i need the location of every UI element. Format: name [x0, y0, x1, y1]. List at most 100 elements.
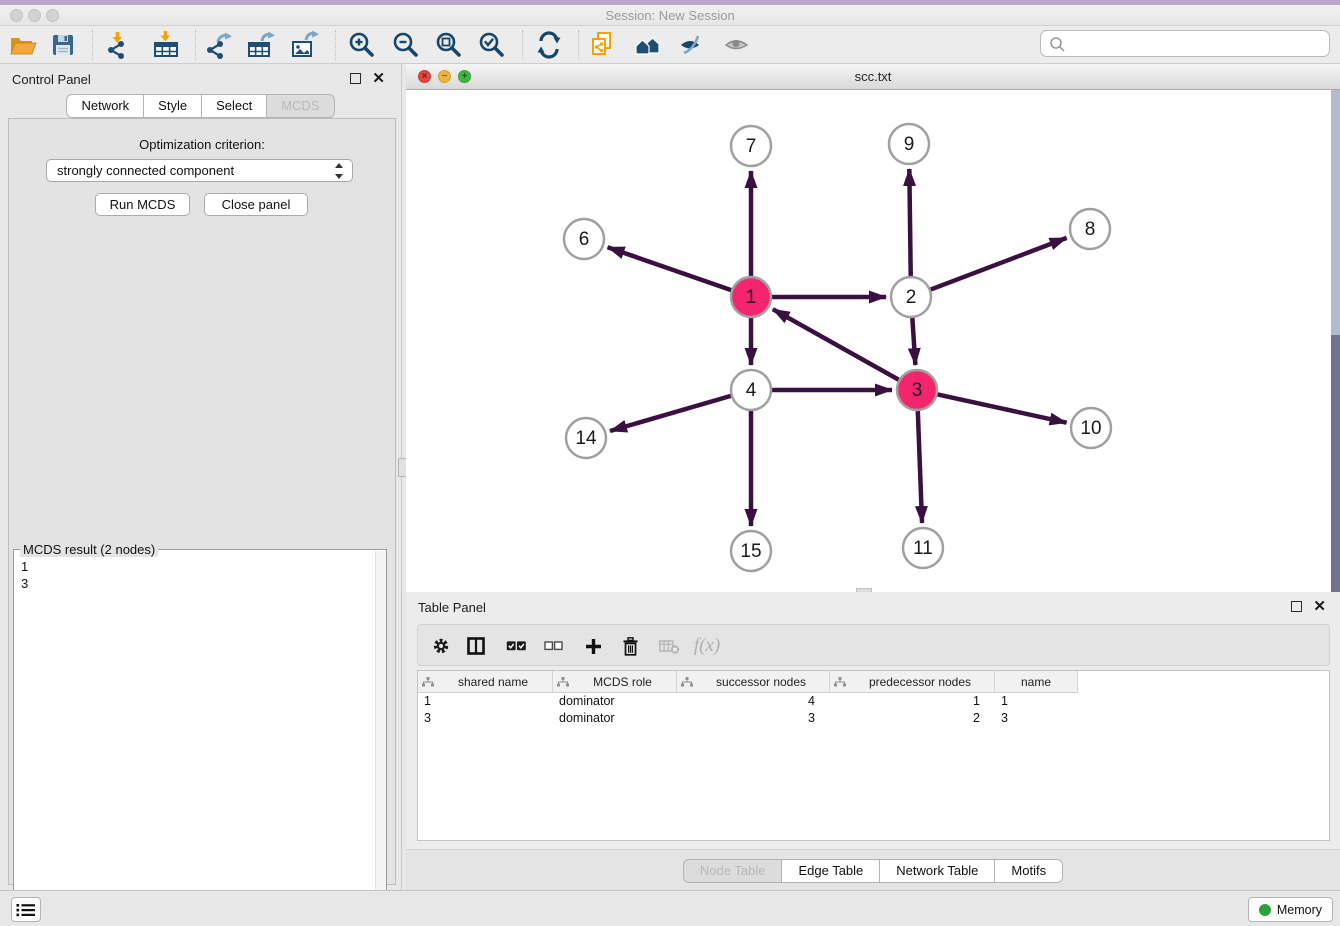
zoom-in-icon: [347, 30, 377, 60]
import-table-button[interactable]: [149, 29, 183, 61]
edge-2-3[interactable]: [912, 318, 915, 365]
table-header-mcds-role[interactable]: MCDS role: [553, 671, 677, 693]
node-3[interactable]: 3: [897, 370, 937, 410]
edge-2-8[interactable]: [931, 238, 1067, 290]
hide-selected-button[interactable]: [675, 29, 709, 61]
criterion-select[interactable]: strongly connected component: [46, 159, 353, 182]
close-panel-icon[interactable]: ✕: [1313, 597, 1326, 615]
network-titlebar[interactable]: × − + scc.txt: [406, 64, 1340, 90]
table-cell[interactable]: 3: [995, 710, 1078, 727]
first-neighbors-button[interactable]: [632, 29, 666, 61]
network-scrollbar-thumb[interactable]: [1331, 335, 1340, 592]
network-scrollbar-track[interactable]: [1331, 90, 1340, 335]
duplicate-network-icon: [589, 30, 619, 60]
function-builder-button[interactable]: f(x): [686, 631, 728, 661]
table-row[interactable]: 1dominator411: [418, 693, 1329, 710]
node-15[interactable]: 15: [731, 531, 771, 571]
node-4[interactable]: 4: [731, 370, 771, 410]
column-type-icon: [834, 677, 846, 687]
search-icon: [1048, 35, 1066, 53]
edge-4-14[interactable]: [610, 396, 731, 431]
show-all-button[interactable]: [720, 29, 754, 61]
control-panel: Control Panel ✕ NetworkStyleSelectMCDS O…: [0, 64, 401, 890]
node-11[interactable]: 11: [903, 528, 943, 568]
export-image-button[interactable]: [288, 29, 322, 61]
refresh-button[interactable]: [532, 29, 566, 61]
delete-column-button[interactable]: [654, 631, 684, 661]
tab-select[interactable]: Select: [202, 94, 267, 118]
node-9[interactable]: 9: [889, 124, 929, 164]
node-8[interactable]: 8: [1070, 209, 1110, 249]
edge-3-1[interactable]: [773, 309, 899, 380]
edge-3-10[interactable]: [938, 394, 1067, 422]
open-session-button[interactable]: [6, 29, 40, 61]
edge-1-6[interactable]: [608, 247, 732, 290]
app-window: Session: New Session: [0, 0, 1340, 926]
tab-network[interactable]: Network: [66, 94, 144, 118]
zoom-out-button[interactable]: [389, 29, 423, 61]
select-stepper-icon: [334, 162, 345, 180]
tab-edge-table[interactable]: Edge Table: [782, 859, 880, 883]
deselect-all-button[interactable]: [538, 631, 568, 661]
table-cell[interactable]: 4: [677, 693, 830, 710]
table-header-successor-nodes[interactable]: successor nodes: [677, 671, 830, 693]
toggle-columns-button[interactable]: [461, 631, 491, 661]
table-cell[interactable]: 1: [830, 693, 995, 710]
table-settings-button[interactable]: [426, 631, 456, 661]
edge-2-9[interactable]: [909, 169, 910, 276]
table-panel-title: Table Panel: [418, 600, 486, 615]
tab-style[interactable]: Style: [144, 94, 202, 118]
memory-button[interactable]: Memory: [1248, 897, 1333, 922]
result-scrollbar[interactable]: [375, 551, 386, 926]
gear-icon: [432, 637, 450, 655]
float-panel-icon[interactable]: [350, 73, 361, 84]
svg-text:7: 7: [746, 136, 757, 157]
duplicate-network-button[interactable]: [587, 29, 621, 61]
table-header-predecessor-nodes[interactable]: predecessor nodes: [830, 671, 995, 693]
node-table[interactable]: shared nameMCDS rolesuccessor nodesprede…: [417, 670, 1330, 841]
zoom-fit-button[interactable]: [432, 29, 466, 61]
float-panel-icon[interactable]: [1291, 601, 1302, 612]
zoom-in-button[interactable]: [345, 29, 379, 61]
network-canvas[interactable]: 7 9 6 8 1 2 4 3 14 10 15 11: [406, 90, 1340, 592]
main-toolbar: [0, 26, 1340, 64]
edge-3-11[interactable]: [918, 411, 922, 523]
table-cell[interactable]: dominator: [553, 693, 677, 710]
close-panel-button[interactable]: Close panel: [204, 193, 308, 216]
close-panel-icon[interactable]: ✕: [372, 69, 385, 87]
tab-node-table[interactable]: Node Table: [683, 859, 783, 883]
node-1[interactable]: 1: [731, 277, 771, 317]
task-history-button[interactable]: [11, 897, 41, 922]
table-cell[interactable]: 1: [995, 693, 1078, 710]
node-10[interactable]: 10: [1071, 408, 1111, 448]
select-all-button[interactable]: [501, 631, 531, 661]
node-2[interactable]: 2: [891, 277, 931, 317]
table-cell[interactable]: 2: [830, 710, 995, 727]
export-network-button[interactable]: [201, 29, 235, 61]
table-cell[interactable]: 3: [677, 710, 830, 727]
tab-mcds[interactable]: MCDS: [267, 94, 334, 118]
add-row-button[interactable]: [578, 631, 608, 661]
table-cell[interactable]: dominator: [553, 710, 677, 727]
table-cell[interactable]: 3: [418, 710, 553, 727]
export-table-button[interactable]: [244, 29, 278, 61]
table-cell[interactable]: 1: [418, 693, 553, 710]
table-header-shared-name[interactable]: shared name: [418, 671, 553, 693]
tab-motifs[interactable]: Motifs: [995, 859, 1063, 883]
tab-network-table[interactable]: Network Table: [880, 859, 995, 883]
mcds-result-list[interactable]: 1 3: [14, 556, 374, 926]
zoom-selected-button[interactable]: [475, 29, 509, 61]
unchecked-boxes-icon: [544, 641, 563, 651]
table-header-name[interactable]: name: [995, 671, 1078, 693]
houses-icon: [633, 30, 665, 60]
delete-row-button[interactable]: [615, 631, 645, 661]
node-14[interactable]: 14: [566, 418, 606, 458]
save-session-button[interactable]: [46, 29, 80, 61]
save-floppy-icon: [48, 30, 78, 60]
table-row[interactable]: 3dominator323: [418, 710, 1329, 727]
node-6[interactable]: 6: [564, 219, 604, 259]
search-input[interactable]: [1066, 33, 1329, 55]
node-7[interactable]: 7: [731, 126, 771, 166]
import-network-button[interactable]: [101, 29, 135, 61]
run-mcds-button[interactable]: Run MCDS: [95, 193, 190, 216]
